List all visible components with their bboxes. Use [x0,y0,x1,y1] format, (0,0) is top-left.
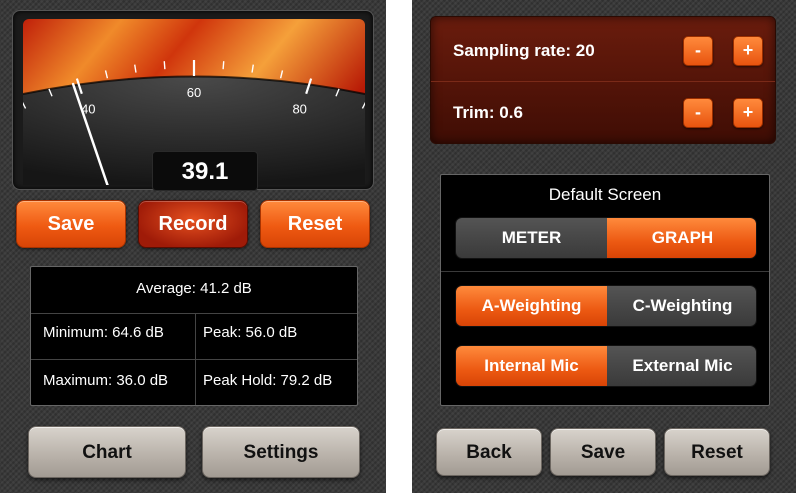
sound-level-gauge: 020406080100120 39.1 [12,10,374,191]
chart-button[interactable]: Chart [28,426,186,478]
options-divider [441,271,769,272]
back-button[interactable]: Back [436,428,542,476]
peak-hold-stat: Peak Hold: 79.2 dB [203,372,333,389]
calibration-panel: Sampling rate: 20 - + Trim: 0.6 - + [430,16,776,144]
trim-row: Trim: 0.6 - + [431,83,775,143]
trim-minus-button[interactable]: - [683,98,713,128]
options-panel: Default Screen METER GRAPH A-Weighting C… [440,174,770,406]
sampling-rate-row: Sampling rate: 20 - + [431,21,775,81]
settings-save-button[interactable]: Save [550,428,656,476]
settings-screen: Sampling rate: 20 - + Trim: 0.6 - + Defa… [412,0,796,493]
gauge-scale-label: 60 [187,85,201,100]
reset-button[interactable]: Reset [260,200,370,248]
trim-plus-button[interactable]: + [733,98,763,128]
maximum-stat: Maximum: 36.0 dB [43,372,169,389]
settings-divider [431,81,775,82]
trim-label: Trim: 0.6 [453,103,523,122]
save-button[interactable]: Save [16,200,126,248]
graph-option[interactable]: GRAPH [607,218,756,258]
c-weighting-option[interactable]: C-Weighting [607,286,756,326]
sampling-rate-plus-button[interactable]: + [733,36,763,66]
internal-mic-option[interactable]: Internal Mic [456,346,607,386]
stats-panel: Average: 41.2 dB Minimum: 64.6 dB Peak: … [30,266,358,406]
average-stat: Average: 41.2 dB [136,280,252,297]
settings-button[interactable]: Settings [202,426,360,478]
default-screen-toggle: METER GRAPH [455,217,757,259]
gauge-scale-label: 80 [292,102,306,117]
level-readout: 39.1 [152,151,258,191]
gauge-minor-tick [222,61,225,70]
stats-divider [31,359,357,360]
minimum-stat: Minimum: 64.6 dB [43,324,164,341]
peak-stat: Peak: 56.0 dB [203,324,298,341]
default-screen-title: Default Screen [548,185,662,204]
stats-divider [31,313,357,314]
record-button[interactable]: Record [138,200,248,248]
meter-screen: 020406080100120 39.1 Save Record Reset A… [0,0,386,493]
settings-reset-button[interactable]: Reset [664,428,770,476]
microphone-toggle: Internal Mic External Mic [455,345,757,387]
weighting-toggle: A-Weighting C-Weighting [455,285,757,327]
a-weighting-option[interactable]: A-Weighting [456,286,607,326]
sampling-rate-minus-button[interactable]: - [683,36,713,66]
external-mic-option[interactable]: External Mic [607,346,756,386]
sampling-rate-label: Sampling rate: 20 [453,41,595,60]
gauge-minor-tick [163,61,166,70]
meter-option[interactable]: METER [456,218,607,258]
